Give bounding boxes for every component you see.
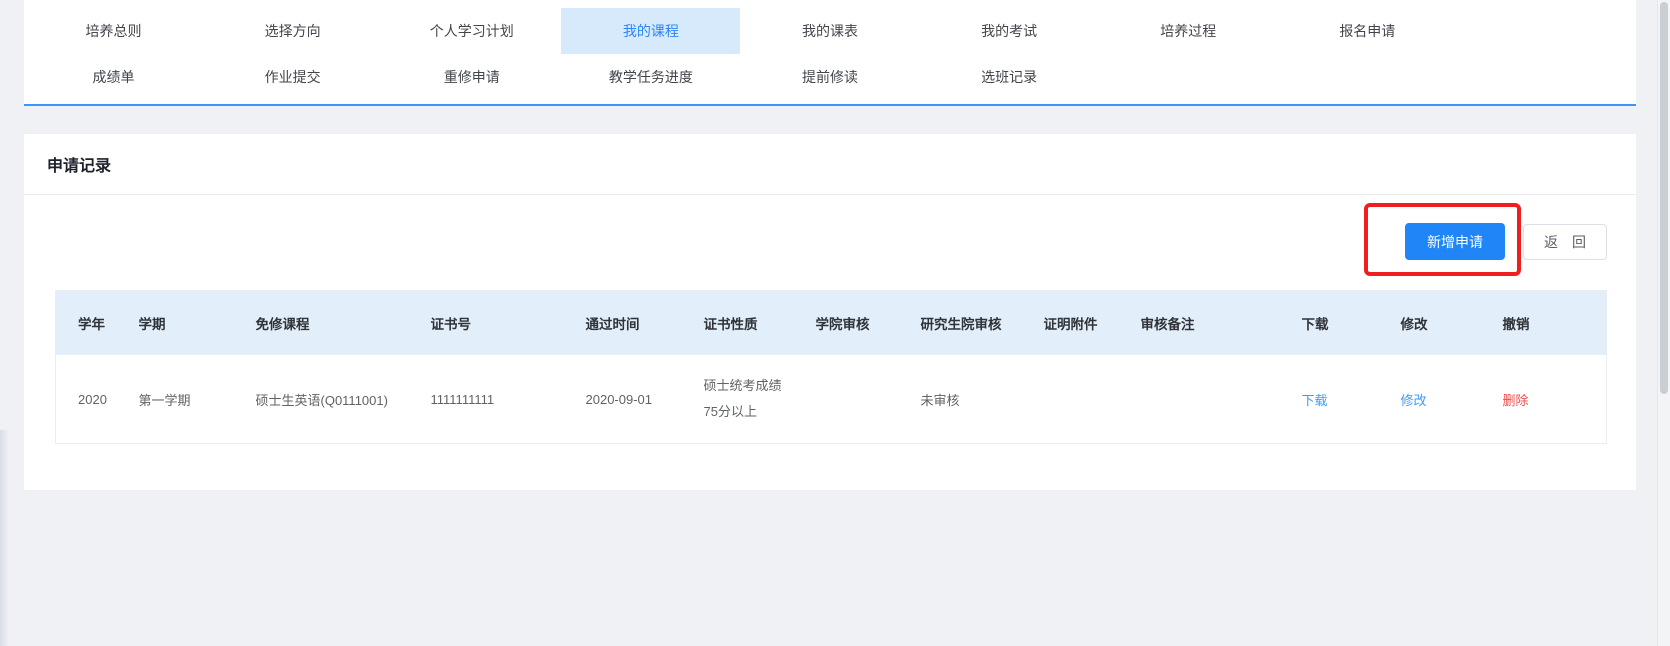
column-header-semester: 学期 — [129, 291, 246, 355]
cell-pass-date: 2020-09-01 — [576, 355, 694, 444]
tab-cultivation-rules[interactable]: 培养总则 — [24, 8, 203, 54]
tab-personal-study-plan[interactable]: 个人学习计划 — [382, 8, 561, 54]
tab-my-courses[interactable]: 我的课程 — [561, 8, 740, 54]
column-header-review-note: 审核备注 — [1131, 291, 1292, 355]
column-header-certificate-type: 证书性质 — [694, 291, 806, 355]
tab-my-timetable[interactable]: 我的课表 — [740, 8, 919, 54]
column-header-proof-attachment: 证明附件 — [1034, 291, 1131, 355]
cell-revoke: 删除 — [1493, 355, 1607, 444]
delete-link[interactable]: 删除 — [1503, 393, 1529, 408]
table-header-row: 学年 学期 免修课程 证书号 通过时间 证书性质 学院审核 研究生院审核 证明附… — [56, 291, 1607, 355]
download-link[interactable]: 下载 — [1302, 393, 1328, 408]
page: 培养总则 选择方向 个人学习计划 我的课程 我的课表 我的考试 培养过程 报名申… — [0, 0, 1670, 646]
modify-link[interactable]: 修改 — [1401, 393, 1427, 408]
tab-row-2: 成绩单 作业提交 重修申请 教学任务进度 提前修读 选班记录 — [24, 54, 1636, 100]
cell-grad-school-review: 未审核 — [911, 355, 1034, 444]
cell-year: 2020 — [56, 355, 129, 444]
page-title: 申请记录 — [47, 152, 111, 176]
column-header-college-review: 学院审核 — [806, 291, 911, 355]
tab-advance-study[interactable]: 提前修读 — [740, 54, 919, 100]
tab-retake-application[interactable]: 重修申请 — [382, 54, 561, 100]
tab-my-exams[interactable]: 我的考试 — [920, 8, 1099, 54]
application-records-panel: 申请记录 新增申请 返 回 学年 学期 免修课程 证书 — [24, 134, 1636, 490]
tab-navigation: 培养总则 选择方向 个人学习计划 我的课程 我的课表 我的考试 培养过程 报名申… — [24, 0, 1636, 106]
column-header-modify: 修改 — [1391, 291, 1493, 355]
column-header-year: 学年 — [56, 291, 129, 355]
tab-homework-submission[interactable]: 作业提交 — [203, 54, 382, 100]
column-header-revoke: 撤销 — [1493, 291, 1607, 355]
certificate-type-line-1: 硕士统考成绩 — [704, 373, 802, 399]
column-header-pass-date: 通过时间 — [576, 291, 694, 355]
tab-transcript[interactable]: 成绩单 — [24, 54, 203, 100]
tab-registration-application[interactable]: 报名申请 — [1278, 8, 1457, 54]
tab-teaching-task-progress[interactable]: 教学任务进度 — [561, 54, 740, 100]
scrollbar-thumb[interactable] — [1660, 2, 1668, 394]
cell-proof-attachment — [1034, 355, 1131, 444]
cell-certificate-no: 1111111111 — [421, 355, 576, 444]
tab-cultivation-process[interactable]: 培养过程 — [1099, 8, 1278, 54]
back-button[interactable]: 返 回 — [1523, 224, 1607, 260]
records-table-wrapper: 学年 学期 免修课程 证书号 通过时间 证书性质 学院审核 研究生院审核 证明附… — [55, 290, 1606, 444]
records-table: 学年 学期 免修课程 证书号 通过时间 证书性质 学院审核 研究生院审核 证明附… — [55, 290, 1607, 444]
column-header-certificate-no: 证书号 — [421, 291, 576, 355]
column-header-exempt-course: 免修课程 — [246, 291, 421, 355]
cell-review-note — [1131, 355, 1292, 444]
cell-semester: 第一学期 — [129, 355, 246, 444]
cell-download: 下载 — [1292, 355, 1391, 444]
certificate-type-line-2: 75分以上 — [704, 399, 802, 425]
left-edge-shadow — [0, 430, 9, 646]
cell-exempt-course: 硕士生英语(Q0111001) — [246, 355, 421, 444]
cell-certificate-type: 硕士统考成绩 75分以上 — [694, 355, 806, 444]
column-header-grad-school-review: 研究生院审核 — [911, 291, 1034, 355]
tab-class-selection-records[interactable]: 选班记录 — [920, 54, 1099, 100]
cell-college-review — [806, 355, 911, 444]
tab-row-1: 培养总则 选择方向 个人学习计划 我的课程 我的课表 我的考试 培养过程 报名申… — [24, 8, 1636, 54]
column-header-download: 下载 — [1292, 291, 1391, 355]
cell-modify: 修改 — [1391, 355, 1493, 444]
tab-direction-selection[interactable]: 选择方向 — [203, 8, 382, 54]
vertical-scrollbar[interactable] — [1657, 0, 1670, 646]
panel-title-bar: 申请记录 — [24, 134, 1636, 195]
table-row: 2020 第一学期 硕士生英语(Q0111001) 1111111111 202… — [56, 355, 1607, 444]
add-application-button[interactable]: 新增申请 — [1405, 223, 1505, 260]
